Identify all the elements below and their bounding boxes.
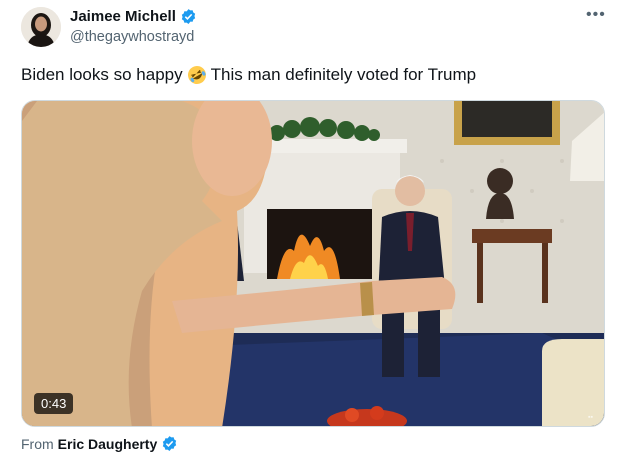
tweet-text: Biden looks so happy This man definitely… (21, 64, 476, 86)
source-prefix: From (21, 435, 54, 452)
verified-badge-icon (163, 436, 177, 451)
avatar[interactable] (21, 7, 61, 47)
video-duration: 0:43 (34, 393, 74, 414)
svg-text:▪▪: ▪▪ (588, 414, 593, 421)
tweet-card: Jaimee Michell @thegaywhostrayd ••• Bide… (0, 0, 629, 461)
author-name[interactable]: Jaimee Michell (70, 8, 197, 25)
display-name[interactable]: Jaimee Michell (70, 8, 176, 25)
tweet-text-part-1: Biden looks so happy (21, 65, 183, 84)
tweet-text-part-2: This man definitely voted for Trump (210, 65, 477, 84)
rolling-on-floor-laughing-emoji-icon (187, 66, 206, 84)
source-name[interactable]: Eric Daugherty (58, 436, 158, 452)
video-frame: ▪▪ (22, 101, 604, 426)
more-options-icon[interactable]: ••• (586, 6, 606, 24)
verified-badge-icon (181, 9, 196, 24)
avatar-image (21, 7, 61, 47)
source-attribution: From Eric Daugherty (21, 435, 178, 452)
video-player[interactable]: ▪▪ 0:43 (21, 100, 605, 427)
author-handle[interactable]: @thegaywhostrayd (70, 29, 194, 45)
